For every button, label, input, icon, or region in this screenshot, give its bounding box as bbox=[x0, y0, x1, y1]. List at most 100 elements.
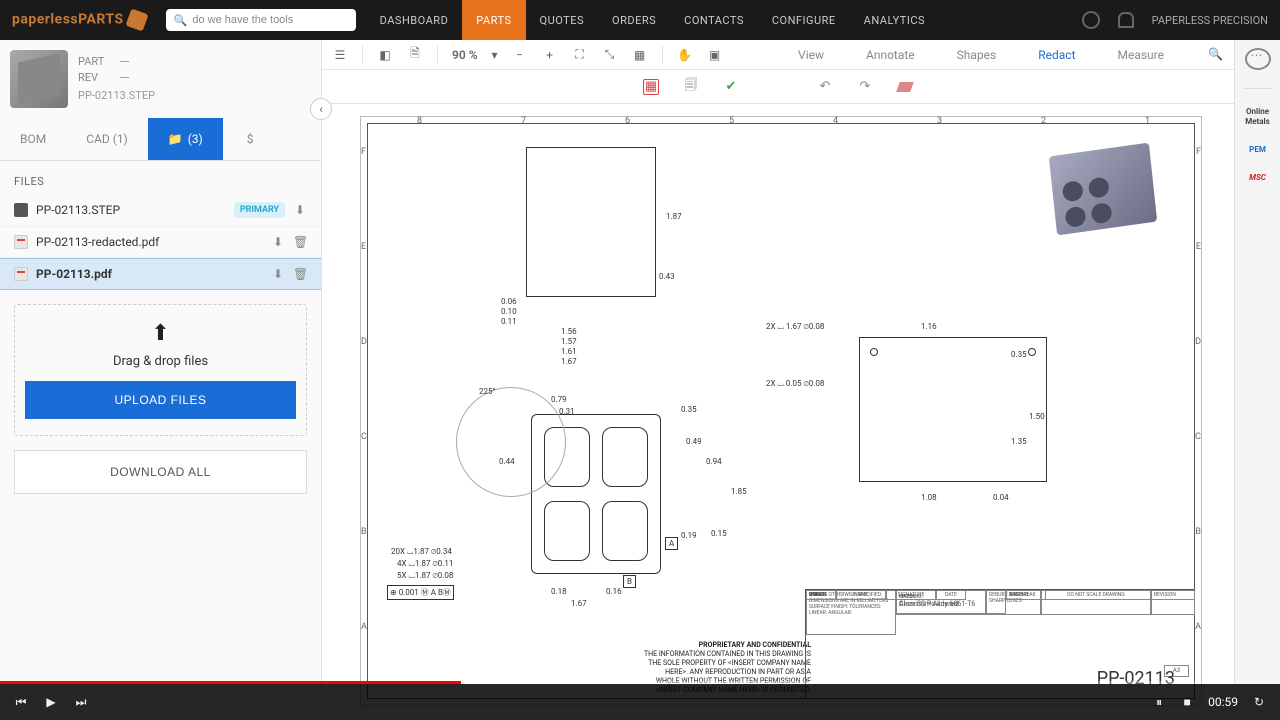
zone-A: A bbox=[361, 622, 367, 632]
apply-redaction-icon[interactable]: ✔ bbox=[723, 79, 739, 95]
loop-icon[interactable]: ↻ bbox=[1252, 695, 1266, 709]
delete-icon[interactable]: 🗑 bbox=[293, 235, 307, 249]
upload-files-button[interactable]: UPLOAD FILES bbox=[25, 381, 296, 419]
pan-icon[interactable]: ✋ bbox=[677, 47, 693, 63]
brand-logo: paperlessPARTS bbox=[12, 11, 146, 29]
mode-annotate[interactable]: Annotate bbox=[846, 42, 935, 68]
hole-note: 5X ⌴1.87 ⌀0.08 bbox=[397, 571, 453, 581]
datum-b: B bbox=[623, 575, 636, 588]
part-thumbnail[interactable] bbox=[10, 50, 68, 108]
files-heading: FILES bbox=[0, 161, 321, 194]
select-area-icon[interactable]: ▣ bbox=[707, 47, 723, 63]
redact-area-icon[interactable]: ▦ bbox=[643, 79, 659, 95]
mode-shapes[interactable]: Shapes bbox=[937, 42, 1017, 68]
part-label: PART bbox=[78, 54, 110, 70]
nav-configure[interactable]: CONFIGURE bbox=[758, 0, 850, 40]
vendor-online-metals[interactable]: Online Metals bbox=[1235, 107, 1280, 127]
file-row[interactable]: PP-02113-redacted.pdf ⬇ 🗑 bbox=[0, 227, 321, 258]
drawing-canvas[interactable]: 8 7 6 5 4 3 2 1 F F E E D D C C B B A A bbox=[322, 104, 1234, 720]
dim: 1.61 bbox=[561, 347, 577, 356]
document-icon[interactable]: 🗎 bbox=[407, 47, 423, 63]
stop-icon[interactable]: ■ bbox=[1180, 695, 1194, 709]
mode-measure[interactable]: Measure bbox=[1098, 42, 1185, 68]
file-dropzone[interactable]: ⬆ Drag & drop files UPLOAD FILES bbox=[14, 304, 307, 436]
datum-a: A bbox=[665, 537, 678, 550]
help-icon[interactable] bbox=[1082, 11, 1100, 29]
zone-B-r: B bbox=[1195, 527, 1201, 537]
marquee-icon[interactable]: ▦ bbox=[632, 47, 648, 63]
nav-parts[interactable]: PARTS bbox=[462, 0, 525, 40]
dim: 1.67 bbox=[571, 599, 587, 608]
download-all-button[interactable]: DOWNLOAD ALL bbox=[14, 450, 307, 494]
viewer-search-icon[interactable]: 🔍 bbox=[1208, 47, 1224, 63]
fit-screen-icon[interactable]: ⛶ bbox=[572, 47, 588, 63]
mode-redact[interactable]: Redact bbox=[1018, 42, 1095, 68]
step-file-icon bbox=[14, 203, 28, 217]
redo-icon[interactable]: ↷ bbox=[857, 79, 873, 95]
file-row[interactable]: PP-02113.STEP PRIMARY ⬇ bbox=[0, 194, 321, 227]
dim: 0.15 bbox=[711, 529, 727, 538]
download-icon[interactable]: ⬇ bbox=[271, 267, 285, 281]
part-filename: PP-02113.STEP bbox=[78, 88, 155, 104]
video-player-bar: ⏮ ▶ ⏭ ⏸ ■ 00:59 ↻ bbox=[0, 684, 1280, 720]
file-row[interactable]: PP-02113.pdf ⬇ 🗑 bbox=[0, 258, 321, 290]
undo-icon[interactable]: ↶ bbox=[817, 79, 833, 95]
menu-icon[interactable]: ☰ bbox=[332, 47, 348, 63]
collapse-sidebar-button[interactable]: ‹ bbox=[310, 98, 332, 120]
video-progress-track[interactable] bbox=[0, 681, 1280, 684]
zone-1: 1 bbox=[1145, 116, 1150, 126]
pdf-file-icon bbox=[14, 235, 28, 249]
zone-B: B bbox=[361, 527, 367, 537]
vendor-pem[interactable]: PEM bbox=[1249, 145, 1266, 155]
download-icon[interactable]: ⬇ bbox=[293, 203, 307, 217]
delete-icon[interactable]: 🗑 bbox=[293, 267, 307, 281]
tenant-name[interactable]: PAPERLESS PRECISION bbox=[1152, 14, 1268, 27]
zoom-level[interactable]: 90 % bbox=[452, 48, 478, 62]
dim: 1.35 bbox=[1011, 437, 1027, 446]
dropzone-text: Drag & drop files bbox=[25, 354, 296, 369]
next-icon[interactable]: ⏭ bbox=[74, 695, 88, 709]
tab-bom[interactable]: BOM bbox=[0, 118, 66, 160]
zone-E: E bbox=[361, 242, 366, 252]
redact-page-icon[interactable]: 🗐 bbox=[683, 79, 699, 95]
pause-icon[interactable]: ⏸ bbox=[1152, 695, 1166, 709]
rev-value: --- bbox=[120, 70, 129, 86]
panel-toggle-icon[interactable]: ◧ bbox=[377, 47, 393, 63]
tab-files[interactable]: 📁(3) bbox=[148, 118, 223, 160]
nav-orders[interactable]: ORDERS bbox=[598, 0, 670, 40]
tab-pricing[interactable]: $ bbox=[223, 118, 278, 160]
nav-dashboard[interactable]: DASHBOARD bbox=[366, 0, 463, 40]
play-icon[interactable]: ▶ bbox=[44, 695, 58, 709]
part-info: PART--- REV--- PP-02113.STEP bbox=[78, 50, 155, 108]
download-icon[interactable]: ⬇ bbox=[271, 235, 285, 249]
tab-cad[interactable]: CAD (1) bbox=[66, 118, 148, 160]
nav-contacts[interactable]: CONTACTS bbox=[670, 0, 758, 40]
prev-icon[interactable]: ⏮ bbox=[14, 695, 28, 709]
dim: 0.35 bbox=[681, 405, 697, 414]
viewer-mode-tabs: View Annotate Shapes Redact Measure bbox=[778, 42, 1184, 68]
notifications-icon[interactable] bbox=[1118, 12, 1134, 28]
zoom-out-icon[interactable]: − bbox=[512, 47, 528, 63]
search-icon: 🔍 bbox=[174, 14, 188, 27]
chat-icon[interactable] bbox=[1245, 48, 1271, 70]
rotate-icon[interactable]: ⤡ bbox=[602, 47, 618, 63]
upload-icon: ⬆ bbox=[25, 321, 296, 346]
folder-icon: 📁 bbox=[168, 132, 183, 146]
feature-control-frame: ⊕ 0.001 Ⓜ A BⓂ bbox=[387, 585, 454, 600]
search-input[interactable] bbox=[192, 14, 347, 26]
zoom-in-icon[interactable]: + bbox=[542, 47, 558, 63]
dim: 0.18 bbox=[551, 587, 567, 596]
nav-analytics[interactable]: ANALYTICS bbox=[850, 0, 939, 40]
global-search[interactable]: 🔍 bbox=[166, 9, 356, 31]
drawing-top-view bbox=[526, 147, 656, 297]
hole-note: 20X ⌴1.87 ⌀0.34 bbox=[391, 547, 452, 557]
viewer-toolbar-top: ☰ ◧ 🗎 90 %▾ − + ⛶ ⤡ ▦ ✋ ▣ View Annotate … bbox=[322, 40, 1234, 70]
vendor-msc[interactable]: MSC bbox=[1249, 173, 1266, 183]
zone-4: 4 bbox=[833, 116, 838, 126]
dim: 1.16 bbox=[921, 322, 937, 331]
mode-view[interactable]: View bbox=[778, 42, 844, 68]
eraser-icon[interactable] bbox=[897, 79, 913, 95]
zone-C-r: C bbox=[1195, 432, 1201, 442]
nav-quotes[interactable]: QUOTES bbox=[526, 0, 598, 40]
dim: 0.11 bbox=[501, 317, 517, 326]
